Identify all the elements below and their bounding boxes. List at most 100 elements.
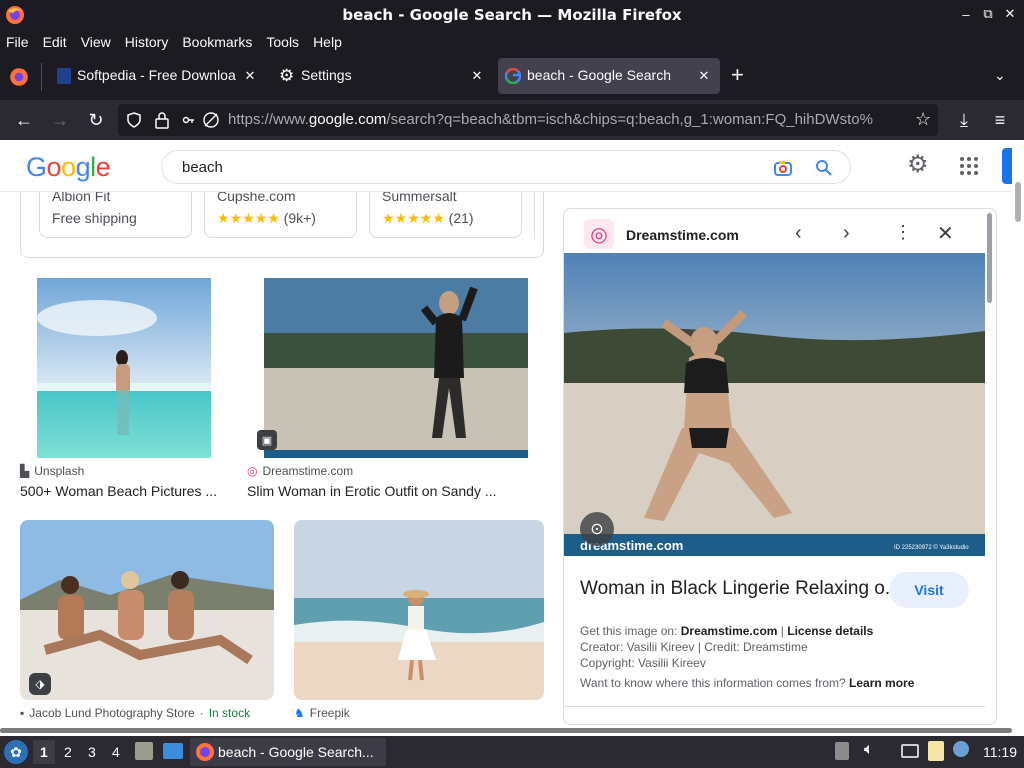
updates-icon[interactable] [953, 741, 969, 757]
workspace-2[interactable]: 2 [64, 744, 72, 760]
tab-close-icon[interactable]: ✕ [696, 68, 712, 84]
next-arrow-icon[interactable]: › [843, 222, 850, 245]
network-icon[interactable] [901, 744, 919, 758]
google-header: Google beach ⚙ [0, 140, 1012, 192]
shopping-card-cupshe[interactable]: Cupshe.com ★★★★★ (9k+) [204, 192, 357, 238]
dreamstime-logo-icon: ◎ [584, 219, 614, 249]
menu-view[interactable]: View [81, 34, 111, 50]
search-icon[interactable] [815, 159, 833, 177]
search-input[interactable]: beach [182, 159, 223, 176]
volume-icon[interactable]: 🔈︎ [864, 741, 874, 759]
rating-count: (21) [448, 210, 474, 226]
store-name: Summersalt [382, 192, 457, 204]
taskbar-app-firefox[interactable]: beach - Google Search... [190, 738, 386, 766]
close-panel-icon[interactable]: ✕ [937, 221, 954, 246]
learn-more-link[interactable]: Learn more [849, 676, 914, 690]
tag-icon: ⬗ [29, 673, 51, 695]
menu-history[interactable]: History [125, 34, 169, 50]
close-window-icon[interactable]: ✕ [1002, 6, 1018, 22]
google-logo[interactable]: Google [26, 152, 111, 183]
firefox-icon [6, 6, 24, 24]
start-menu-icon[interactable]: ✿ [4, 740, 28, 764]
tab-label: beach - Google Search [527, 67, 671, 83]
download-icon[interactable]: ⤓ [952, 108, 976, 132]
menu-bookmarks[interactable]: Bookmarks [182, 34, 252, 50]
image-badge-icon: ▣ [257, 430, 277, 450]
tab-softpedia[interactable]: Softpedia - Free Downloa ✕ [48, 58, 266, 94]
file-manager-icon[interactable] [135, 742, 153, 760]
result-caption[interactable]: Slim Woman in Erotic Outfit on Sandy ... [247, 483, 537, 499]
prev-arrow-icon[interactable]: ‹ [795, 222, 802, 245]
license-details-link[interactable]: License details [787, 624, 873, 638]
tracking-blocked-icon[interactable] [202, 111, 220, 129]
notes-icon[interactable] [928, 741, 944, 761]
chevron-down-icon[interactable]: ⌄ [994, 67, 1006, 84]
horizontal-scrollbar[interactable] [0, 725, 1012, 736]
taskbar-app-label: beach - Google Search... [218, 744, 374, 760]
get-image-line: Get this image on: Dreamstime.com | Lice… [580, 624, 874, 638]
workspace-4[interactable]: 4 [112, 744, 120, 760]
result-source[interactable]: ♞ Freepik [294, 706, 350, 720]
clipboard-icon[interactable] [835, 742, 849, 760]
info-source-line: Want to know where this information come… [580, 676, 915, 690]
panel-site-name[interactable]: Dreamstime.com [626, 227, 739, 243]
forward-icon[interactable]: → [48, 108, 72, 132]
result-source[interactable]: ▙ Unsplash [20, 464, 84, 478]
firefox-view-icon[interactable] [8, 66, 30, 88]
camera-lens-icon[interactable] [773, 158, 793, 178]
result-image-jacob-lund[interactable] [20, 520, 274, 700]
clock: 11:19 [983, 744, 1017, 760]
store-name: Albion Fit [52, 192, 111, 204]
bookmark-star-icon[interactable]: ☆ [915, 109, 931, 130]
back-icon[interactable]: ← [12, 108, 36, 132]
hamburger-menu-icon[interactable]: ≡ [988, 108, 1012, 132]
url-text[interactable]: https://www.google.com/search?q=beach&tb… [228, 111, 908, 128]
lock-icon[interactable] [154, 111, 170, 129]
menu-file[interactable]: File [6, 34, 29, 50]
menu-help[interactable]: Help [313, 34, 342, 50]
get-image-site-link[interactable]: Dreamstime.com [681, 624, 778, 638]
result-source[interactable]: ◎ Dreamstime.com [247, 464, 353, 478]
visit-button[interactable]: Visit [889, 572, 969, 608]
tab-google-search[interactable]: beach - Google Search ✕ [498, 58, 720, 94]
lens-search-icon[interactable]: ⊙ [580, 512, 614, 546]
tab-close-icon[interactable]: ✕ [469, 68, 485, 84]
shopping-card-albion[interactable]: Albion Fit Free shipping [39, 192, 192, 238]
sign-in-button[interactable] [1002, 148, 1012, 184]
page-scrollbar[interactable] [1012, 140, 1024, 725]
workspace-3[interactable]: 3 [88, 744, 96, 760]
settings-gear-icon[interactable]: ⚙ [907, 153, 929, 177]
tab-label: Settings [301, 67, 352, 83]
search-box[interactable]: beach [161, 150, 851, 184]
menu-bar: File Edit View History Bookmarks Tools H… [0, 30, 1024, 53]
tab-close-icon[interactable]: ✕ [242, 68, 258, 84]
shield-icon[interactable] [126, 112, 142, 128]
workspace-1[interactable]: 1 [40, 744, 48, 760]
panel-image-title[interactable]: Woman in Black Lingerie Relaxing o... [580, 578, 901, 600]
url-bar[interactable]: https://www.google.com/search?q=beach&tb… [118, 104, 938, 136]
menu-tools[interactable]: Tools [266, 34, 299, 50]
desktop-icon[interactable] [163, 743, 183, 759]
result-image-unsplash[interactable] [37, 278, 211, 458]
panel-scrollbar[interactable] [987, 213, 992, 303]
minimize-icon[interactable]: – [958, 6, 974, 22]
apps-grid-icon[interactable] [959, 156, 979, 176]
gear-icon: ⚙ [279, 66, 295, 85]
new-tab-icon[interactable]: + [731, 64, 744, 86]
shopping-card-summersalt[interactable]: Summersalt ★★★★★ (21) [369, 192, 522, 238]
image-preview-panel: ◎ Dreamstime.com ‹ › ⋮ ✕ dreamstime.com I… [563, 208, 997, 725]
result-image-dreamstime[interactable] [264, 278, 528, 458]
result-caption[interactable]: 500+ Woman Beach Pictures ... [20, 483, 220, 499]
result-image-freepik[interactable] [294, 520, 544, 700]
tab-settings[interactable]: ⚙ Settings ✕ [271, 58, 493, 94]
panel-main-image[interactable]: dreamstime.com ID 225230972 © Ya3kstudio [564, 253, 985, 556]
restore-icon[interactable]: ⧉ [980, 6, 996, 22]
reload-icon[interactable]: ↻ [84, 108, 108, 132]
permissions-icon[interactable] [182, 112, 200, 128]
menu-edit[interactable]: Edit [43, 34, 67, 50]
scrollbar-thumb[interactable] [1015, 182, 1021, 222]
result-source[interactable]: ▪ Jacob Lund Photography Store · In stock [20, 706, 250, 720]
more-options-icon[interactable]: ⋮ [894, 222, 912, 243]
window-titlebar: beach - Google Search — Mozilla Firefox … [0, 0, 1024, 30]
tab-bar: Softpedia - Free Downloa ✕ ⚙ Settings ✕ … [0, 53, 1024, 100]
